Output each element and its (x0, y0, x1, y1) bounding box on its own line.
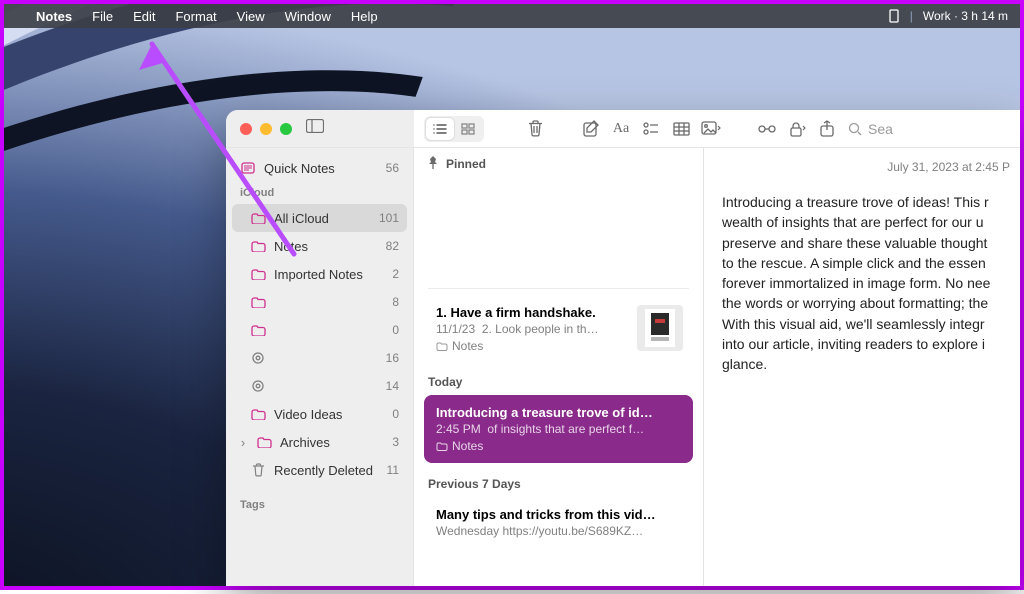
help-menu[interactable]: Help (341, 9, 388, 24)
note-meta: Wednesday https://youtu.be/S689KZ… (436, 524, 681, 538)
pinned-header: Pinned (414, 148, 703, 178)
timer-text: Work · 3 h 14 m (923, 9, 1008, 23)
sidebar-item-label: All iCloud (274, 211, 329, 226)
folder-icon (250, 409, 266, 420)
format-menu[interactable]: Format (165, 9, 226, 24)
note-title: Introducing a treasure trove of id… (436, 405, 681, 420)
media-button[interactable] (696, 116, 726, 142)
zoom-button[interactable] (280, 123, 292, 135)
note-title: Many tips and tricks from this vid… (436, 507, 681, 522)
gear-icon (250, 379, 266, 393)
note-item-pinned[interactable]: 1. Have a firm handshake. 11/1/23 2. Loo… (424, 295, 693, 363)
note-editor[interactable]: July 31, 2023 at 2:45 P Introducing a tr… (704, 148, 1020, 586)
folder-icon (250, 297, 266, 308)
sidebar-section-tags: Tags (232, 494, 407, 516)
sidebar-item-label: Imported Notes (274, 267, 363, 282)
lock-button[interactable] (782, 116, 812, 142)
sidebar-item-count: 56 (386, 161, 399, 175)
folder-icon (250, 213, 266, 224)
window-menu[interactable]: Window (275, 9, 341, 24)
note-folder: Notes (436, 439, 681, 453)
today-header: Today (414, 371, 703, 395)
note-meta: 2:45 PM of insights that are perfect f… (436, 422, 681, 436)
menubar: Notes File Edit Format View Window Help … (4, 4, 1020, 28)
format-button[interactable]: Aa (606, 116, 636, 142)
sidebar-item-smart-2[interactable]: 14 (232, 372, 407, 400)
trash-icon (250, 463, 266, 477)
share-button[interactable] (812, 116, 842, 142)
chevron-right-icon: › (238, 435, 248, 450)
status-icon (888, 9, 900, 23)
sidebar-toggle-icon[interactable] (300, 115, 330, 142)
sidebar-item-label: Video Ideas (274, 407, 342, 422)
view-mode-segment[interactable] (424, 116, 484, 142)
folder-icon (250, 269, 266, 280)
file-menu[interactable]: File (82, 9, 123, 24)
search-field[interactable]: Sea (848, 121, 893, 137)
note-date: July 31, 2023 at 2:45 P (722, 160, 1012, 174)
table-button[interactable] (666, 116, 696, 142)
sidebar-item-video-ideas[interactable]: Video Ideas 0 (232, 400, 407, 428)
window-controls (240, 123, 292, 135)
notes-window: Aa Sea Quick Notes 56 iCloud (226, 110, 1020, 586)
close-button[interactable] (240, 123, 252, 135)
note-item-previous[interactable]: Many tips and tricks from this vid… Wedn… (424, 497, 693, 542)
note-thumbnail (637, 305, 683, 351)
edit-menu[interactable]: Edit (123, 9, 165, 24)
sidebar-section-icloud: iCloud (232, 182, 407, 204)
new-note-button[interactable] (576, 116, 606, 142)
note-meta: 11/1/23 2. Look people in th… (436, 322, 629, 336)
sidebar-item-archives[interactable]: › Archives 3 (232, 428, 407, 456)
search-icon (848, 122, 862, 136)
sidebar-item-label: Archives (280, 435, 330, 450)
sidebar-item-label: Notes (274, 239, 308, 254)
notes-list: Pinned 1. Have a firm handshake. 11/1/23… (414, 148, 704, 586)
note-body[interactable]: Introducing a treasure trove of ideas! T… (722, 192, 1012, 375)
sidebar-item-folder-5[interactable]: 0 (232, 316, 407, 344)
folder-icon (256, 437, 272, 448)
sidebar-item-imported[interactable]: Imported Notes 2 (232, 260, 407, 288)
sidebar-item-notes[interactable]: Notes 82 (232, 232, 407, 260)
gear-icon (250, 351, 266, 365)
checklist-button[interactable] (636, 116, 666, 142)
quick-notes-icon (240, 162, 256, 174)
note-folder: Notes (436, 339, 629, 353)
previous-header: Previous 7 Days (414, 471, 703, 497)
note-item-selected[interactable]: Introducing a treasure trove of id… 2:45… (424, 395, 693, 463)
app-menu[interactable]: Notes (26, 9, 82, 24)
link-button[interactable] (752, 116, 782, 142)
sidebar-item-label: Recently Deleted (274, 463, 373, 478)
folder-icon (250, 241, 266, 252)
minimize-button[interactable] (260, 123, 272, 135)
sidebar-item-recently-deleted[interactable]: Recently Deleted 11 (232, 456, 407, 484)
view-menu[interactable]: View (227, 9, 275, 24)
grid-view-icon[interactable] (454, 118, 482, 140)
folder-icon (250, 325, 266, 336)
list-view-icon[interactable] (426, 118, 454, 140)
sidebar-item-all-icloud[interactable]: All iCloud 101 (232, 204, 407, 232)
sidebar-item-label: Quick Notes (264, 161, 335, 176)
sidebar-quick-notes[interactable]: Quick Notes 56 (232, 154, 407, 182)
note-title: 1. Have a firm handshake. (436, 305, 629, 320)
sidebar-item-smart-1[interactable]: 16 (232, 344, 407, 372)
delete-button[interactable] (520, 116, 550, 142)
titlebar: Aa Sea (226, 110, 1020, 148)
pin-icon (428, 156, 438, 172)
sidebar: Quick Notes 56 iCloud All iCloud 101 Not… (226, 148, 414, 586)
menubar-status[interactable]: | Work · 3 h 14 m (888, 9, 1008, 23)
sidebar-item-folder-4[interactable]: 8 (232, 288, 407, 316)
search-placeholder: Sea (868, 121, 893, 137)
